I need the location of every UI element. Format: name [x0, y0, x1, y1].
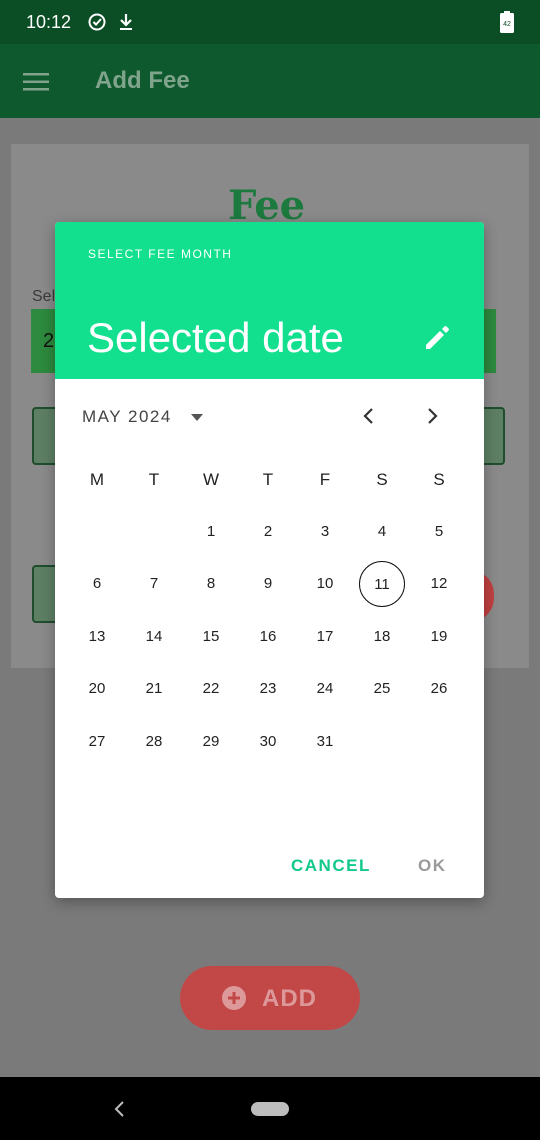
app-bar: Add Fee: [0, 44, 540, 118]
calendar-day[interactable]: 18: [359, 614, 405, 660]
calendar-day[interactable]: 10: [302, 561, 348, 607]
menu-icon[interactable]: [23, 72, 49, 92]
calendar-day[interactable]: 3: [302, 509, 348, 555]
calendar-day[interactable]: 19: [416, 614, 462, 660]
calendar-day[interactable]: 25: [359, 666, 405, 712]
calendar-day[interactable]: 6: [74, 561, 120, 607]
weekday-label: T: [148, 470, 160, 489]
dialog-header: SELECT FEE MONTH Selected date: [55, 222, 484, 379]
calendar-day[interactable]: 21: [131, 666, 177, 712]
next-month-icon[interactable]: [420, 404, 444, 428]
edit-icon[interactable]: [423, 324, 451, 352]
app-bar-title: Add Fee: [95, 67, 190, 94]
download-icon: [120, 14, 132, 30]
ok-button[interactable]: OK: [418, 856, 447, 876]
calendar-day[interactable]: 4: [359, 509, 405, 555]
calendar-day[interactable]: 17: [302, 614, 348, 660]
calendar-day[interactable]: 16: [245, 614, 291, 660]
calendar-day[interactable]: 22: [188, 666, 234, 712]
weekday-label: W: [202, 470, 220, 489]
selected-date-text: Selected date: [87, 314, 344, 361]
calendar-day[interactable]: 26: [416, 666, 462, 712]
calendar-day[interactable]: 8: [188, 561, 234, 607]
month-year-selector[interactable]: MAY 2024: [82, 407, 172, 427]
cancel-button[interactable]: CANCEL: [291, 856, 371, 876]
calendar-day[interactable]: 20: [74, 666, 120, 712]
calendar-day[interactable]: 13: [74, 614, 120, 660]
select-label: Sel: [32, 288, 56, 305]
weekday-label: S: [376, 470, 388, 489]
selected-field-value: 2: [43, 330, 55, 352]
calendar-day[interactable]: 30: [245, 719, 291, 765]
calendar-day[interactable]: 5: [416, 509, 462, 555]
dropdown-arrow-icon[interactable]: [190, 412, 204, 422]
calendar-day[interactable]: 24: [302, 666, 348, 712]
calendar-day[interactable]: 9: [245, 561, 291, 607]
calendar-day[interactable]: 31: [302, 719, 348, 765]
calendar-day[interactable]: 2: [245, 509, 291, 555]
dialog-subtitle: SELECT FEE MONTH: [88, 247, 233, 261]
calendar-day[interactable]: 27: [74, 719, 120, 765]
weekday-label: M: [89, 470, 105, 489]
calendar-day[interactable]: 14: [131, 614, 177, 660]
home-pill[interactable]: [251, 1102, 289, 1116]
navigation-bar: [0, 1077, 540, 1140]
svg-text:42: 42: [503, 21, 511, 28]
add-button[interactable]: ADD: [180, 966, 360, 1030]
check-circle-icon: [88, 13, 106, 31]
battery-icon: 42: [500, 11, 514, 33]
date-picker-dialog: SELECT FEE MONTH Selected date MAY 2024 …: [55, 222, 484, 898]
weekday-label: S: [433, 470, 445, 489]
calendar-day[interactable]: 1: [188, 509, 234, 555]
calendar-day[interactable]: 12: [416, 561, 462, 607]
back-icon[interactable]: [110, 1099, 130, 1119]
calendar-day[interactable]: 7: [131, 561, 177, 607]
weekday-label: F: [319, 470, 331, 489]
calendar-day[interactable]: 15: [188, 614, 234, 660]
status-bar: 10:12 42: [0, 0, 540, 44]
calendar-day[interactable]: 23: [245, 666, 291, 712]
status-time: 10:12: [26, 12, 72, 32]
previous-month-icon[interactable]: [357, 404, 381, 428]
calendar-day-today[interactable]: 11: [359, 561, 405, 607]
calendar-day[interactable]: 29: [188, 719, 234, 765]
calendar-day[interactable]: 28: [131, 719, 177, 765]
add-button-label: ADD: [262, 985, 317, 1012]
weekday-label: T: [262, 470, 274, 489]
add-circle-icon: [222, 986, 246, 1010]
